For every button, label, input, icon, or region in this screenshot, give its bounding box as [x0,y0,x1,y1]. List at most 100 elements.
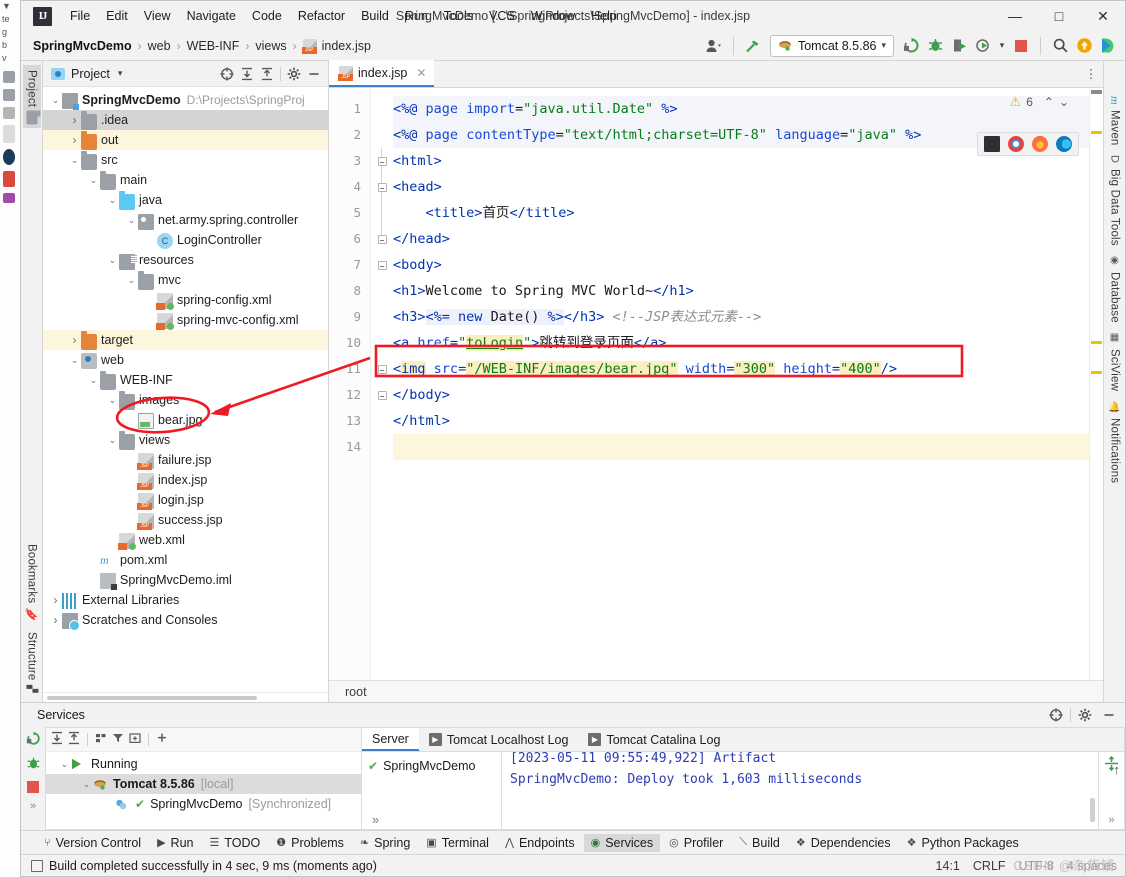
code-line[interactable]: </html> [393,408,1089,434]
breadcrumb-views[interactable]: views [255,39,286,53]
tool-window-button-run[interactable]: ▶ Run [150,834,200,852]
tree-item[interactable]: › target [43,330,328,350]
services-tree-item[interactable]: ⌄ Tomcat 8.5.86 [local] [46,774,361,794]
edge-icon[interactable] [1056,136,1072,152]
tree-item[interactable]: C LoginController [43,230,328,250]
line-separator[interactable]: CRLF [973,859,1006,873]
filter-icon[interactable] [111,731,125,748]
chevron-down-icon[interactable]: ⌄ [68,155,81,166]
tool-window-button-version-control[interactable]: ⑂ Version Control [37,834,148,852]
more-actions-icon[interactable]: » [30,800,36,812]
more-actions-icon[interactable]: » [1108,814,1114,826]
project-tree[interactable]: ⌄ SpringMvcDemo D:\Projects\SpringProj › .id… [43,87,328,692]
tool-button-database[interactable]: ◉ Database [1107,250,1123,327]
chevron-down-icon[interactable]: ⌄ [87,175,100,186]
tool-window-button-build[interactable]: ⟍ Build [732,834,787,852]
expand-all-icon[interactable] [50,731,64,748]
tree-item[interactable]: ⌄ web [43,350,328,370]
tool-button-structure[interactable]: Structure ▞ [24,627,40,698]
fold-marker[interactable] [377,235,387,245]
tree-item[interactable]: › External Libraries [43,590,328,610]
tab-server[interactable]: Server [362,728,419,751]
tool-window-button-dependencies[interactable]: ❖ Dependencies [789,834,898,852]
tree-item[interactable]: failure.jsp [43,450,328,470]
gear-icon[interactable] [1075,705,1095,725]
debug-icon[interactable] [924,35,946,57]
chevron-right-icon[interactable]: › [49,613,62,627]
run-with-coverage-icon[interactable] [948,35,970,57]
run-configuration-selector[interactable]: Tomcat 8.5.86 ▾ [769,34,894,57]
tree-item[interactable]: success.jsp [43,510,328,530]
tool-window-button-endpoints[interactable]: ⋀ Endpoints [498,834,582,852]
code-line[interactable]: <head> [393,174,1089,200]
chevron-down-icon[interactable]: ▾ [118,68,123,79]
close-icon[interactable]: ✕ [416,66,426,80]
tree-item[interactable]: ⌄ net.army.spring.controller [43,210,328,230]
deployment-log[interactable]: [2023-05-11 09:55:49,922] Artifact Spring… [502,752,1098,829]
fold-marker[interactable] [377,261,387,271]
editor-breadcrumb-root[interactable]: root [345,685,367,699]
tree-item[interactable]: spring-mvc-config.xml [43,310,328,330]
tree-item[interactable]: ⌄ mvc [43,270,328,290]
project-horizontal-scrollbar[interactable] [43,692,328,702]
menu-tools[interactable]: Tools [436,6,481,26]
stop-service-icon[interactable] [27,781,39,793]
menu-file[interactable]: File [62,6,98,26]
menu-help[interactable]: Help [583,6,625,26]
menu-navigate[interactable]: Navigate [179,6,244,26]
tree-item[interactable]: ⌄ main [43,170,328,190]
rerun-icon[interactable] [900,35,922,57]
code-line[interactable]: <body> [393,252,1089,278]
code-line[interactable]: <a href="toLogin">跳转到登录页面</a> [393,330,1089,356]
group-by-icon[interactable] [94,731,108,748]
menu-window[interactable]: Window [523,6,583,26]
menu-build[interactable]: Build [353,6,397,26]
tool-window-button-todo[interactable]: ☰ TODO [202,834,267,852]
artifact-row[interactable]: ✔ SpringMvcDemo [368,756,501,776]
tree-item[interactable]: ⌄ SpringMvcDemo D:\Projects\SpringProj [43,90,328,110]
inspection-widget[interactable]: ⚠ 6 ⌃ ⌄ [1010,94,1069,110]
tool-button-bookmarks[interactable]: Bookmarks 🔖 [23,539,40,627]
tree-item[interactable]: spring-config.xml [43,290,328,310]
tree-item[interactable]: login.jsp [43,490,328,510]
tool-window-button-spring[interactable]: ❧ Spring [353,834,417,852]
menu-edit[interactable]: Edit [98,6,136,26]
search-everywhere-icon[interactable] [1097,35,1119,57]
scroll-thumb[interactable] [1091,90,1102,94]
tree-item[interactable]: SpringMvcDemo.iml [43,570,328,590]
profile-icon[interactable] [972,35,994,57]
chevron-right-icon[interactable]: › [68,133,81,147]
profile-dropdown-icon[interactable]: ▾ [996,35,1008,57]
stop-icon[interactable] [1010,35,1032,57]
warning-marker[interactable] [1091,371,1102,374]
chevron-right-icon[interactable]: › [68,333,81,347]
code-line[interactable]: </head> [393,226,1089,252]
scroll-to-top-icon[interactable]: ↑ [1114,762,1121,777]
breadcrumb-indexjsp[interactable]: index.jsp [322,39,371,53]
fold-marker[interactable] [377,183,387,193]
add-service-icon[interactable] [155,731,169,748]
fold-marker[interactable] [377,365,387,375]
chevron-down-icon[interactable]: ⌄ [106,195,119,206]
build-hammer-icon[interactable] [742,35,764,57]
next-problem-icon[interactable]: ⌄ [1059,95,1069,109]
tool-button-sciview[interactable]: ▦ SciView [1107,327,1123,395]
tree-item[interactable]: m pom.xml [43,550,328,570]
fold-marker[interactable] [377,391,387,401]
services-tree-item[interactable]: ✔ SpringMvcDemo [Synchronized] [46,794,361,814]
chevron-right-icon[interactable]: › [68,113,81,127]
tree-item[interactable]: › Scratches and Consoles [43,610,328,631]
code-line[interactable]: <img src="/WEB-INF/images/bear.jpg" widt… [393,356,1089,382]
chevron-down-icon[interactable]: ⌄ [80,779,93,790]
chevron-down-icon[interactable]: ⌄ [106,255,119,266]
add-tab-icon[interactable] [128,731,142,748]
menu-run[interactable]: Run [397,6,436,26]
previous-problem-icon[interactable]: ⌃ [1044,95,1054,109]
chevron-down-icon[interactable]: ⌄ [125,215,138,226]
tree-item[interactable]: › out [43,130,328,150]
tree-item[interactable]: ⌄ views [43,430,328,450]
tree-item[interactable]: ⌄ resources [43,250,328,270]
expand-all-icon[interactable] [237,64,257,84]
menu-code[interactable]: Code [244,6,290,26]
chrome-icon[interactable] [1008,136,1024,152]
